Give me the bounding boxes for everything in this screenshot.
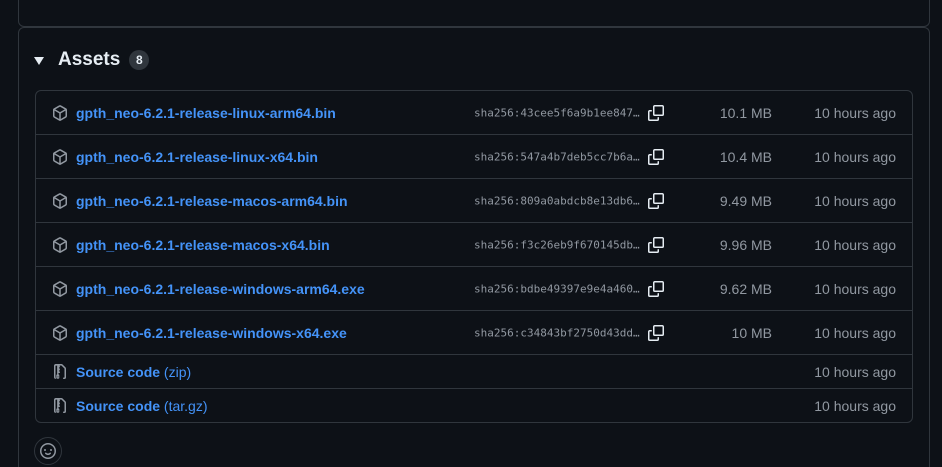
asset-link[interactable]: gpth_neo-6.2.1-release-linux-arm64.bin <box>76 105 336 121</box>
asset-row: gpth_neo-6.2.1-release-windows-arm64.exe… <box>36 266 912 310</box>
add-reaction-button[interactable] <box>34 437 62 465</box>
asset-time: 10 hours ago <box>814 324 896 341</box>
copy-icon[interactable] <box>648 148 664 165</box>
asset-link[interactable]: gpth_neo-6.2.1-release-macos-x64.bin <box>76 237 330 253</box>
sha256-hash: sha256:f3c26eb9f670145db… <box>474 238 640 251</box>
asset-size: 9.62 MB <box>719 280 772 297</box>
source-code-targz-link[interactable]: Source code (tar.gz) <box>76 398 208 414</box>
copy-icon[interactable] <box>648 280 664 297</box>
source-code-ext: (zip) <box>163 363 192 380</box>
sha256-hash: sha256:43cee5f6a9b1ee847… <box>474 106 640 119</box>
caret-down-icon <box>34 57 44 65</box>
assets-count-badge: 8 <box>129 50 150 70</box>
sha256-hash: sha256:bdbe49397e9e4a460… <box>474 282 640 295</box>
asset-size: 10 MB <box>731 324 772 341</box>
source-code-ext: (tar.gz) <box>163 397 208 414</box>
asset-row: gpth_neo-6.2.1-release-macos-x64.bin sha… <box>36 222 912 266</box>
package-icon <box>53 192 67 209</box>
assets-title: Assets <box>58 49 121 70</box>
copy-icon[interactable] <box>648 192 664 209</box>
previous-release-box <box>18 0 930 27</box>
source-code-label: Source code <box>76 397 161 414</box>
package-icon <box>53 280 67 297</box>
asset-time: 10 hours ago <box>814 280 896 297</box>
asset-link[interactable]: gpth_neo-6.2.1-release-windows-arm64.exe <box>76 281 365 297</box>
asset-time: 10 hours ago <box>814 397 896 414</box>
asset-time: 10 hours ago <box>814 104 896 121</box>
source-code-row: Source code (tar.gz) 10 hours ago <box>36 388 912 422</box>
package-icon <box>53 324 67 341</box>
copy-icon[interactable] <box>648 324 664 341</box>
package-icon <box>53 148 67 165</box>
source-code-row: Source code (zip) 10 hours ago <box>36 354 912 388</box>
asset-size: 9.49 MB <box>719 192 772 209</box>
source-code-zip-link[interactable]: Source code (zip) <box>76 364 191 380</box>
asset-time: 10 hours ago <box>814 363 896 380</box>
asset-time: 10 hours ago <box>814 192 896 209</box>
package-icon <box>53 104 67 121</box>
file-zip-icon <box>54 363 66 379</box>
smiley-icon <box>40 443 56 459</box>
sha256-hash: sha256:547a4b7deb5cc7b6a… <box>474 150 640 163</box>
asset-time: 10 hours ago <box>814 148 896 165</box>
sha256-hash: sha256:c34843bf2750d43dd… <box>474 326 640 339</box>
copy-icon[interactable] <box>648 236 664 253</box>
asset-size: 9.96 MB <box>719 236 772 253</box>
copy-icon[interactable] <box>648 104 664 121</box>
asset-link[interactable]: gpth_neo-6.2.1-release-macos-arm64.bin <box>76 193 348 209</box>
sha256-hash: sha256:809a0abdcb8e13db6… <box>474 194 640 207</box>
asset-time: 10 hours ago <box>814 236 896 253</box>
asset-size: 10.1 MB <box>719 104 772 121</box>
package-icon <box>53 236 67 253</box>
asset-size: 10.4 MB <box>719 148 772 165</box>
file-zip-icon <box>54 397 66 413</box>
asset-row: gpth_neo-6.2.1-release-macos-arm64.bin s… <box>36 178 912 222</box>
asset-link[interactable]: gpth_neo-6.2.1-release-windows-x64.exe <box>76 325 347 341</box>
source-code-label: Source code <box>76 363 161 380</box>
asset-list: gpth_neo-6.2.1-release-linux-arm64.bin s… <box>35 90 913 423</box>
asset-row: gpth_neo-6.2.1-release-linux-x64.bin sha… <box>36 134 912 178</box>
asset-row: gpth_neo-6.2.1-release-windows-x64.exe s… <box>36 310 912 354</box>
assets-toggle[interactable]: Assets 8 <box>34 48 150 72</box>
asset-link[interactable]: gpth_neo-6.2.1-release-linux-x64.bin <box>76 149 318 165</box>
asset-row: gpth_neo-6.2.1-release-linux-arm64.bin s… <box>36 91 912 134</box>
